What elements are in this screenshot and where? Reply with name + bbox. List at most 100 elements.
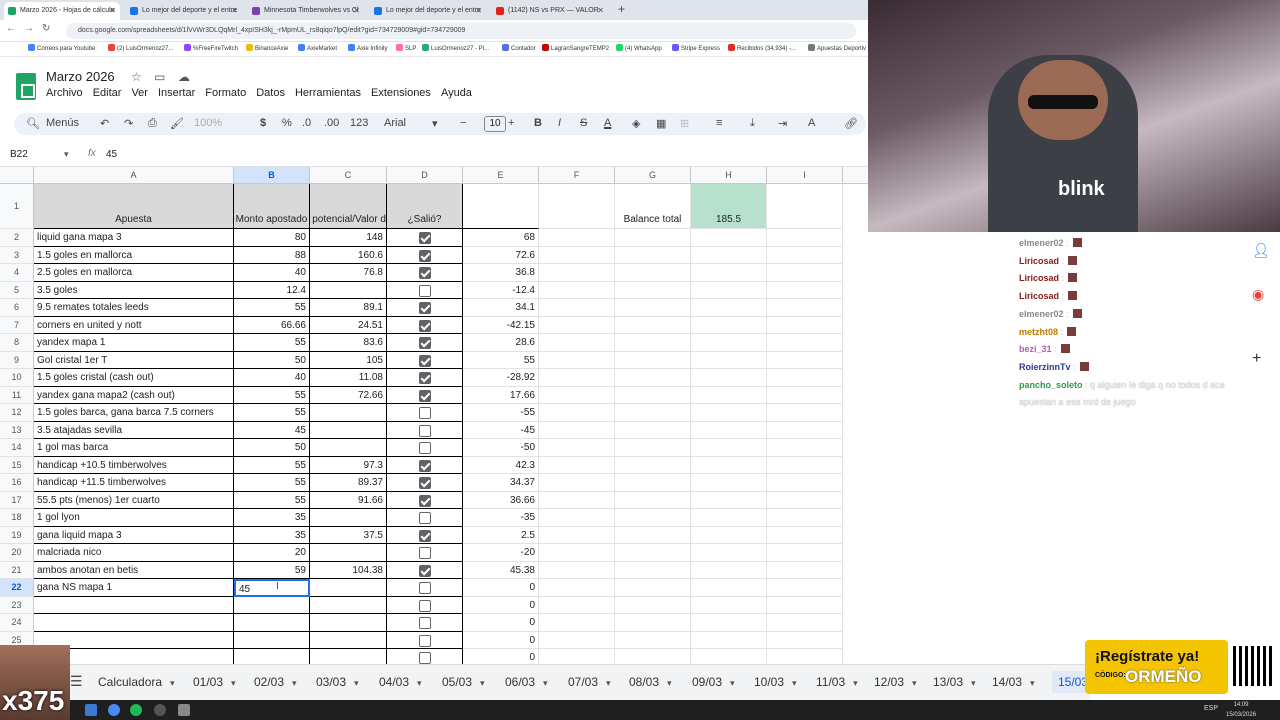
bet-amount-cell[interactable]: 20 [234, 544, 310, 562]
column-header-i[interactable]: I [767, 167, 843, 184]
empty-cell[interactable] [539, 386, 615, 404]
checkbox-unchecked[interactable] [418, 512, 431, 524]
row-header[interactable]: 4 [0, 264, 34, 282]
net-result-cell[interactable]: 68 [463, 229, 539, 247]
potential-win-cell[interactable]: 89.1 [310, 299, 387, 317]
empty-cell[interactable] [691, 456, 767, 474]
bookmark-link[interactable]: Recibidos (34,934) -... [728, 43, 796, 55]
potential-win-cell[interactable] [310, 579, 387, 597]
checkbox-checked[interactable] [418, 372, 431, 384]
sheet-tab-chevron-icon[interactable]: ▾ [971, 678, 976, 688]
bookmark-link[interactable]: Axie Infinity [348, 43, 388, 55]
bet-description-cell[interactable]: Gol cristal 1er T [34, 351, 234, 369]
row-header[interactable]: 7 [0, 316, 34, 334]
potential-win-cell[interactable]: 37.5 [310, 526, 387, 544]
bet-amount-cell[interactable] [234, 649, 310, 664]
menu-item-insertar[interactable]: Insertar [158, 87, 195, 99]
bet-description-cell[interactable]: gana NS mapa 1 [34, 579, 234, 597]
net-result-cell[interactable]: 0 [463, 614, 539, 632]
empty-cell[interactable] [767, 649, 843, 664]
net-result-cell[interactable]: 72.6 [463, 246, 539, 264]
empty-cell[interactable] [615, 474, 691, 492]
empty-cell[interactable] [615, 316, 691, 334]
potential-win-cell[interactable] [310, 544, 387, 562]
checkbox-checked[interactable] [418, 389, 431, 402]
empty-cell[interactable] [767, 246, 843, 264]
empty-cell[interactable] [539, 614, 615, 632]
empty-cell[interactable] [615, 421, 691, 439]
empty-cell[interactable] [539, 509, 615, 527]
empty-cell[interactable] [615, 491, 691, 509]
empty-cell[interactable] [767, 631, 843, 649]
empty-cell[interactable] [615, 596, 691, 614]
zoom-select[interactable]: 100% [194, 117, 222, 129]
sheet-tab[interactable]: 12/03 ▾ [874, 675, 917, 689]
empty-cell[interactable] [767, 474, 843, 492]
checkbox-checked[interactable] [418, 249, 431, 262]
empty-cell[interactable] [767, 439, 843, 457]
empty-cell[interactable] [691, 439, 767, 457]
sheet-tab[interactable]: 04/03 ▾ [379, 675, 422, 689]
column-header-partial[interactable] [843, 167, 868, 184]
bet-amount-cell[interactable]: 55 [234, 334, 310, 352]
empty-cell[interactable] [767, 596, 843, 614]
row-header[interactable]: 15 [0, 456, 34, 474]
tab-close-icon[interactable]: ✕ [597, 2, 604, 20]
vertical-align-icon[interactable]: ⤓ [750, 117, 755, 130]
row-header[interactable]: 12 [0, 404, 34, 422]
tab-close-icon[interactable]: ✕ [353, 2, 360, 20]
bet-description-cell[interactable] [34, 596, 234, 614]
net-result-cell[interactable]: 42.3 [463, 456, 539, 474]
checkbox-unchecked[interactable] [418, 617, 431, 629]
sheet-tab-chevron-icon[interactable]: ▾ [170, 678, 175, 688]
bookmark-link[interactable]: (2) LuisOrmenoz27... [108, 43, 173, 55]
sheet-tab-chevron-icon[interactable]: ▾ [853, 678, 858, 688]
strikethrough-icon[interactable]: S [580, 117, 587, 129]
sheet-tab-chevron-icon[interactable]: ▾ [606, 678, 611, 688]
bet-description-cell[interactable]: 3.5 atajadas sevilla [34, 421, 234, 439]
new-tab-icon[interactable]: + [618, 2, 625, 16]
potential-win-cell[interactable]: 104.38 [310, 561, 387, 579]
empty-cell[interactable] [615, 439, 691, 457]
potential-win-cell[interactable] [310, 404, 387, 422]
bet-description-cell[interactable]: 1 gol mas barca [34, 439, 234, 457]
empty-cell[interactable] [539, 229, 615, 247]
row-header[interactable]: 16 [0, 474, 34, 492]
won-checkbox-cell[interactable] [387, 404, 463, 422]
sheet-tab-chevron-icon[interactable]: ▾ [667, 678, 672, 688]
empty-cell[interactable] [539, 579, 615, 597]
potential-win-cell[interactable] [310, 631, 387, 649]
won-checkbox-cell[interactable] [387, 561, 463, 579]
empty-cell[interactable] [767, 544, 843, 562]
empty-cell[interactable] [615, 614, 691, 632]
empty-cell[interactable] [615, 246, 691, 264]
sheet-tab[interactable]: 11/03 ▾ [816, 675, 858, 689]
menu-item-ayuda[interactable]: Ayuda [441, 87, 472, 99]
decrease-decimal-button[interactable]: .0 [302, 117, 311, 129]
bet-description-cell[interactable]: handicap +10.5 timberwolves [34, 456, 234, 474]
print-icon[interactable]: ⎙ [148, 117, 157, 130]
app-taskbar-icon[interactable] [178, 704, 190, 716]
empty-cell[interactable] [691, 579, 767, 597]
net-result-cell[interactable]: 2.5 [463, 526, 539, 544]
star-icon[interactable]: ☆ [131, 70, 142, 84]
empty-cell[interactable] [539, 351, 615, 369]
net-result-cell[interactable]: 36.66 [463, 491, 539, 509]
empty-cell[interactable] [767, 579, 843, 597]
won-checkbox-cell[interactable] [387, 316, 463, 334]
row-header[interactable]: 2 [0, 229, 34, 247]
empty-cell[interactable] [539, 404, 615, 422]
bet-amount-cell[interactable]: 40 [234, 264, 310, 282]
checkbox-unchecked[interactable] [418, 652, 431, 664]
row-header[interactable]: 19 [0, 526, 34, 544]
checkbox-unchecked[interactable] [418, 582, 431, 594]
browser-tab[interactable]: Lo mejor del deporte y el entre ✕ [370, 2, 486, 20]
bet-amount-cell[interactable]: 55 [234, 299, 310, 317]
potential-win-cell[interactable] [310, 281, 387, 299]
bet-description-cell[interactable]: 3.5 goles [34, 281, 234, 299]
net-result-cell[interactable]: 55 [463, 351, 539, 369]
taskbar-clock[interactable]: 14:09 15/03/2026 [1226, 700, 1256, 720]
empty-cell[interactable] [615, 264, 691, 282]
bet-amount-cell[interactable]: 50 [234, 351, 310, 369]
net-result-cell[interactable]: 0 [463, 649, 539, 664]
